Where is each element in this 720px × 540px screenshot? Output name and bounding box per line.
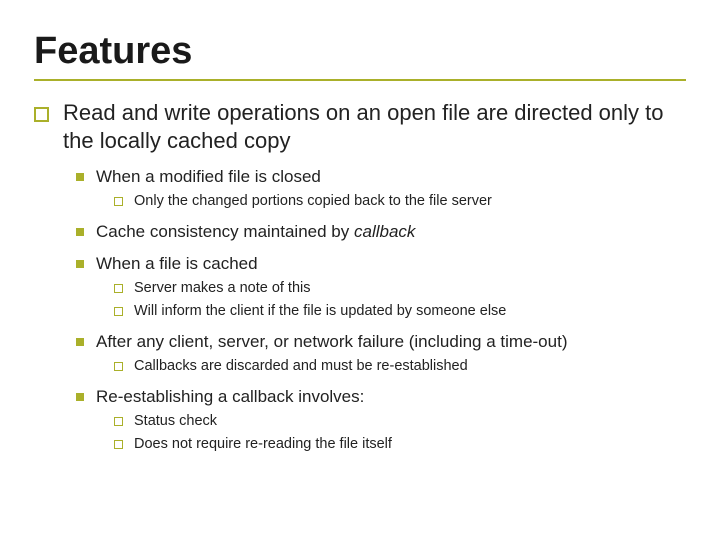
small-hollow-square-icon bbox=[114, 307, 123, 316]
filled-square-icon bbox=[76, 338, 84, 346]
level2-text: After any client, server, or network fai… bbox=[96, 331, 567, 353]
italic-term: callback bbox=[354, 222, 415, 241]
level3-text: Will inform the client if the file is up… bbox=[134, 302, 506, 321]
slide-title: Features bbox=[34, 30, 686, 73]
level2-text: Re-establishing a callback involves: bbox=[96, 386, 364, 408]
level3-text: Callbacks are discarded and must be re-e… bbox=[134, 357, 468, 376]
level3-text: Status check bbox=[134, 412, 217, 431]
level2-text: Cache consistency maintained by callback bbox=[96, 221, 415, 243]
text-prefix: Cache consistency maintained by bbox=[96, 222, 354, 241]
level3-text: Does not require re-reading the file its… bbox=[134, 435, 392, 454]
level3-item: Callbacks are discarded and must be re-e… bbox=[114, 357, 686, 376]
level2-item: Cache consistency maintained by callback bbox=[76, 221, 686, 243]
level3-item: Only the changed portions copied back to… bbox=[114, 192, 686, 211]
hollow-square-icon bbox=[34, 107, 49, 122]
level2-text: When a file is cached bbox=[96, 253, 258, 275]
level1-text: Read and write operations on an open fil… bbox=[63, 99, 686, 154]
level3-item: Will inform the client if the file is up… bbox=[114, 302, 686, 321]
level3-item: Status check bbox=[114, 412, 686, 431]
level3-item: Server makes a note of this bbox=[114, 279, 686, 298]
level3-list: Callbacks are discarded and must be re-e… bbox=[114, 357, 686, 376]
filled-square-icon bbox=[76, 228, 84, 236]
level3-list: Status check Does not require re-reading… bbox=[114, 412, 686, 454]
filled-square-icon bbox=[76, 393, 84, 401]
slide: Features Read and write operations on an… bbox=[0, 0, 720, 540]
small-hollow-square-icon bbox=[114, 440, 123, 449]
small-hollow-square-icon bbox=[114, 284, 123, 293]
title-underline bbox=[34, 79, 686, 81]
level2-list: When a modified file is closed Only the … bbox=[76, 166, 686, 454]
filled-square-icon bbox=[76, 173, 84, 181]
level3-text: Server makes a note of this bbox=[134, 279, 311, 298]
small-hollow-square-icon bbox=[114, 197, 123, 206]
level2-text: When a modified file is closed bbox=[96, 166, 321, 188]
level2-item: Re-establishing a callback involves: bbox=[76, 386, 686, 408]
level1-item: Read and write operations on an open fil… bbox=[34, 99, 686, 154]
small-hollow-square-icon bbox=[114, 417, 123, 426]
level2-item: When a modified file is closed bbox=[76, 166, 686, 188]
small-hollow-square-icon bbox=[114, 362, 123, 371]
level2-item: When a file is cached bbox=[76, 253, 686, 275]
level3-item: Does not require re-reading the file its… bbox=[114, 435, 686, 454]
filled-square-icon bbox=[76, 260, 84, 268]
level3-text: Only the changed portions copied back to… bbox=[134, 192, 492, 211]
level3-list: Server makes a note of this Will inform … bbox=[114, 279, 686, 321]
level2-item: After any client, server, or network fai… bbox=[76, 331, 686, 353]
level3-list: Only the changed portions copied back to… bbox=[114, 192, 686, 211]
